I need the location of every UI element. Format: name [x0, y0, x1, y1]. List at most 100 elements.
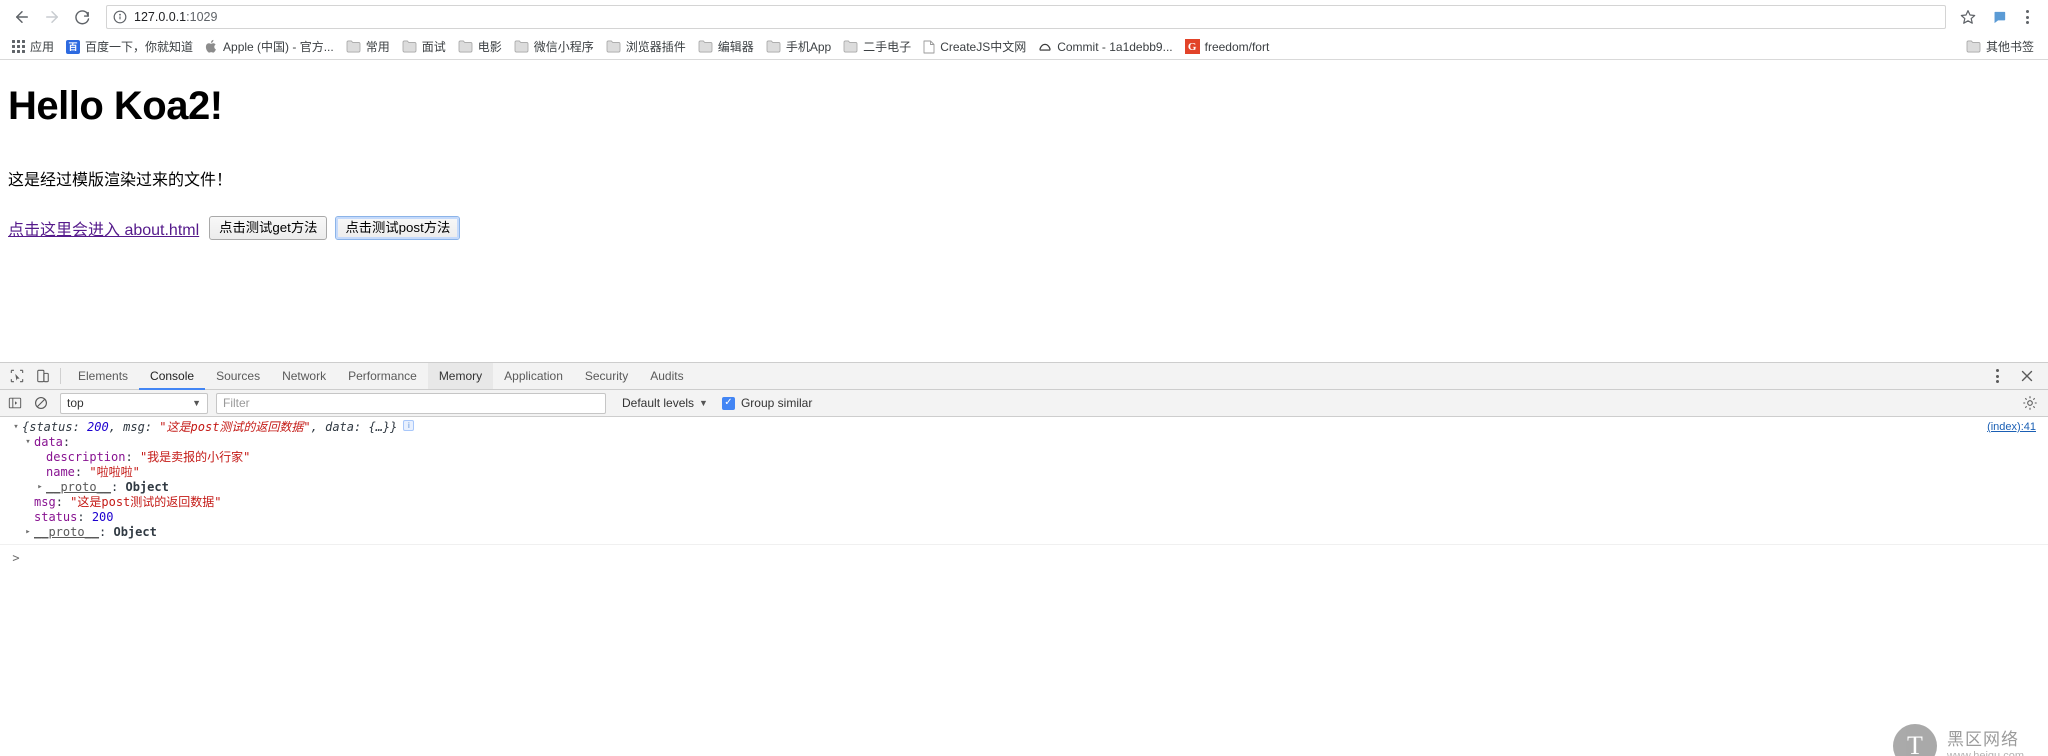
bookmark-folder-liulanqi[interactable]: 浏览器插件 — [600, 36, 692, 57]
device-toolbar-icon[interactable] — [30, 363, 56, 389]
tab-network[interactable]: Network — [271, 363, 337, 389]
bookmark-label: Commit - 1a1debb9... — [1057, 39, 1173, 54]
console-sidebar-toggle-icon[interactable] — [2, 390, 28, 416]
bookmark-folder-ershoudianzi[interactable]: 二手电子 — [837, 36, 917, 57]
watermark-logo-icon: T — [1892, 724, 1937, 756]
preview-sep1: , — [108, 420, 124, 434]
clear-console-icon[interactable] — [28, 390, 54, 416]
page-actions: 点击这里会进入 about.html 点击测试get方法 点击测试post方法 — [8, 216, 2040, 240]
tab-sources[interactable]: Sources — [205, 363, 271, 389]
bookmark-label: 微信小程序 — [533, 40, 594, 54]
bookmark-folder-mianshi[interactable]: 面试 — [396, 36, 452, 57]
console-property-row[interactable]: name: "啦啦啦" — [0, 465, 2048, 480]
property-value: "啦啦啦" — [89, 465, 140, 479]
property-key: description — [46, 450, 126, 464]
property-separator: : — [125, 450, 140, 464]
tab-console[interactable]: Console — [139, 363, 206, 390]
watermark-url: www.heiqu.com — [1946, 749, 2024, 756]
back-button[interactable] — [8, 3, 36, 31]
property-separator: : — [99, 525, 114, 539]
commit-icon — [1038, 40, 1052, 54]
address-bar[interactable]: 127.0.0.1:1029 — [106, 5, 1946, 29]
inspect-element-icon[interactable] — [4, 363, 30, 389]
console-filter-input[interactable]: Filter — [216, 392, 606, 414]
property-key: __proto__ — [46, 480, 112, 494]
devtools-close-icon[interactable] — [2014, 370, 2040, 382]
gitlab-icon: G — [1184, 39, 1200, 54]
property-value: Object — [125, 480, 169, 494]
console-message[interactable]: (index):41 {status: 200, msg: "这是post测试的… — [0, 417, 2048, 545]
browser-toolbar: 127.0.0.1:1029 — [0, 0, 2048, 34]
property-key: data — [34, 435, 63, 449]
bookmark-folder-weixin[interactable]: 微信小程序 — [508, 36, 600, 57]
bookmark-folder-dianying[interactable]: 电影 — [452, 36, 508, 57]
info-badge-icon[interactable]: i — [403, 420, 415, 431]
bookmark-folder-shoujiapp[interactable]: 手机App — [760, 36, 837, 57]
bookmark-baidu[interactable]: 百 百度一下，你就知道 — [60, 36, 199, 57]
forward-button[interactable] — [38, 3, 66, 31]
bookmarks-bar: 应用 百 百度一下，你就知道 Apple (中国) - 官方... 常用 面试 — [0, 34, 2048, 60]
console-object-preview[interactable]: {status: 200, msg: "这是post测试的返回数据", data… — [0, 420, 2048, 435]
checkbox-checked-icon[interactable]: ✓ — [721, 396, 735, 410]
console-prompt[interactable]: > — [0, 545, 2048, 566]
console-property-row[interactable]: data: — [0, 435, 2048, 450]
console-property-row[interactable]: description: "我是卖报的小行家" — [0, 450, 2048, 465]
devtools-tabbar: Elements Console Sources Network Perform… — [0, 363, 2048, 390]
console-filter-placeholder: Filter — [223, 396, 250, 410]
test-get-button[interactable]: 点击测试get方法 — [209, 216, 328, 240]
devtools-panel: Elements Console Sources Network Perform… — [0, 362, 2048, 756]
console-property-row[interactable]: __proto__: Object — [0, 525, 2048, 540]
disclosure-triangle-icon[interactable] — [22, 525, 34, 540]
chevron-down-icon: ▼ — [192, 398, 201, 408]
console-output[interactable]: (index):41 {status: 200, msg: "这是post测试的… — [0, 417, 2048, 756]
console-source-link[interactable]: (index):41 — [1987, 421, 2036, 433]
execution-context-selector[interactable]: top ▼ — [60, 392, 208, 414]
preview-status-key: status: — [29, 420, 88, 434]
disclosure-triangle-icon[interactable] — [34, 480, 46, 495]
bookmark-star-icon[interactable] — [1954, 3, 1982, 31]
test-post-button[interactable]: 点击测试post方法 — [335, 216, 461, 240]
other-bookmarks-button[interactable]: 其他书签 — [1960, 36, 2040, 57]
property-value: Object — [113, 525, 157, 539]
browser-menu-button[interactable] — [2016, 5, 2038, 29]
property-value: 200 — [91, 510, 114, 524]
devtools-settings-gear-icon[interactable] — [2022, 395, 2038, 411]
tab-memory[interactable]: Memory — [427, 363, 494, 389]
bookmark-apps[interactable]: 应用 — [6, 36, 60, 57]
log-levels-selector[interactable]: Default levels ▼ — [622, 396, 708, 410]
folder-icon — [606, 40, 621, 53]
group-similar-toggle[interactable]: ✓ Group similar — [721, 396, 812, 410]
folder-icon — [402, 40, 417, 53]
bookmark-createjs[interactable]: CreateJS中文网 — [917, 36, 1032, 57]
bookmark-label: 常用 — [365, 40, 390, 54]
property-key: __proto__ — [34, 525, 100, 539]
disclosure-triangle-icon[interactable] — [22, 435, 34, 450]
bookmark-label: 百度一下，你就知道 — [85, 40, 194, 54]
preview-status-value: 200 — [87, 420, 109, 434]
bookmark-folder-bianjiqi[interactable]: 编辑器 — [692, 36, 760, 57]
console-property-row[interactable]: status: 200 — [0, 510, 2048, 525]
console-property-row[interactable]: msg: "这是post测试的返回数据" — [0, 495, 2048, 510]
disclosure-triangle-icon[interactable] — [10, 420, 22, 435]
extension-icon[interactable] — [1988, 6, 2010, 28]
bookmark-freedom-fort[interactable]: G freedom/fort — [1179, 37, 1276, 56]
about-page-link[interactable]: 点击这里会进入 about.html — [8, 216, 199, 240]
preview-data-value: {…} — [368, 420, 391, 434]
bookmark-folder-changyong[interactable]: 常用 — [340, 36, 396, 57]
bookmark-label: 面试 — [421, 40, 446, 54]
console-filter-bar: top ▼ Filter Default levels ▼ ✓ Group si… — [0, 390, 2048, 417]
devtools-more-options-button[interactable] — [1988, 364, 2006, 388]
browser-window: 127.0.0.1:1029 应用 百 百度一下，你就知道 Apple (中国… — [0, 0, 2048, 60]
console-property-row[interactable]: __proto__: Object — [0, 480, 2048, 495]
tab-application[interactable]: Application — [493, 363, 574, 389]
tab-security[interactable]: Security — [574, 363, 639, 389]
reload-button[interactable] — [68, 3, 96, 31]
bookmark-label: 手机App — [785, 40, 832, 54]
info-circle-icon — [113, 10, 127, 24]
bookmark-commit[interactable]: Commit - 1a1debb9... — [1032, 38, 1178, 56]
tab-elements[interactable]: Elements — [67, 363, 139, 389]
bookmark-label: freedom/fort — [1204, 39, 1270, 54]
tab-performance[interactable]: Performance — [337, 363, 428, 389]
tab-audits[interactable]: Audits — [639, 363, 694, 389]
bookmark-apple[interactable]: Apple (中国) - 官方... — [199, 36, 340, 57]
